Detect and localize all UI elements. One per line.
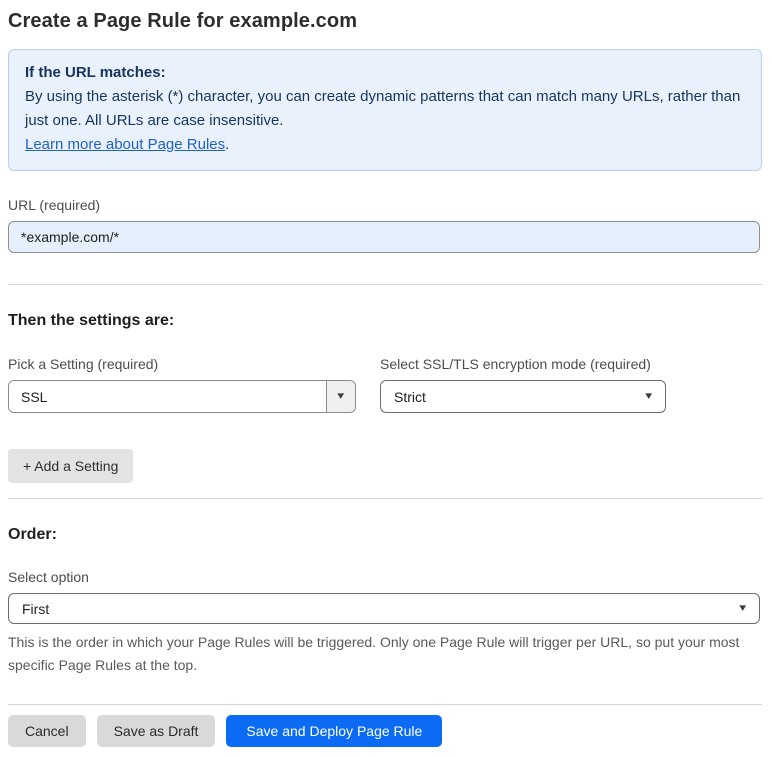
page-title: Create a Page Rule for example.com <box>8 10 358 32</box>
chevron-down-icon: ▾ <box>337 390 345 402</box>
settings-row: Pick a Setting (required) SSL ▾ Select S… <box>8 356 762 413</box>
learn-more-link[interactable]: Learn more about Page Rules <box>25 136 225 153</box>
add-setting-button[interactable]: + Add a Setting <box>8 449 134 483</box>
footer-actions: Cancel Save as Draft Save and Deploy Pag… <box>8 715 762 747</box>
chevron-down-icon: ▾ <box>739 602 747 614</box>
mode-select[interactable]: Strict ▾ <box>380 380 666 413</box>
setting-select[interactable]: SSL ▾ <box>8 380 356 413</box>
info-box-body: By using the asterisk (*) character, you… <box>25 88 741 129</box>
mode-select-group: Select SSL/TLS encryption mode (required… <box>380 356 666 413</box>
save-deploy-button[interactable]: Save and Deploy Page Rule <box>226 715 443 747</box>
section-divider <box>8 498 762 499</box>
order-help-text: This is the order in which your Page Rul… <box>8 634 740 673</box>
setting-select-arrow-button[interactable]: ▾ <box>326 381 355 412</box>
url-input[interactable] <box>8 221 760 253</box>
mode-select-value: Strict <box>394 388 426 405</box>
save-draft-button[interactable]: Save as Draft <box>96 715 216 747</box>
cancel-button[interactable]: Cancel <box>8 715 86 747</box>
info-box-link-row: Learn more about Page Rules. <box>25 133 745 157</box>
section-divider <box>8 284 762 285</box>
info-box-heading: If the URL matches: <box>25 64 166 81</box>
settings-section-heading: Then the settings are: <box>8 312 175 329</box>
mode-select-label: Select SSL/TLS encryption mode (required… <box>380 356 651 372</box>
chevron-down-icon: ▾ <box>645 390 653 402</box>
order-select[interactable]: First ▾ <box>8 593 760 624</box>
order-select-value: First <box>22 600 50 617</box>
footer-divider <box>8 704 762 705</box>
setting-select-group: Pick a Setting (required) SSL ▾ <box>8 356 356 413</box>
url-match-info-box: If the URL matches: By using the asteris… <box>8 49 762 171</box>
order-select-label: Select option <box>8 569 89 585</box>
link-suffix: . <box>225 136 230 153</box>
url-field-label: URL (required) <box>8 197 101 213</box>
order-section-heading: Order: <box>8 526 57 543</box>
setting-select-value: SSL <box>21 388 48 405</box>
setting-select-label: Pick a Setting (required) <box>8 356 159 372</box>
